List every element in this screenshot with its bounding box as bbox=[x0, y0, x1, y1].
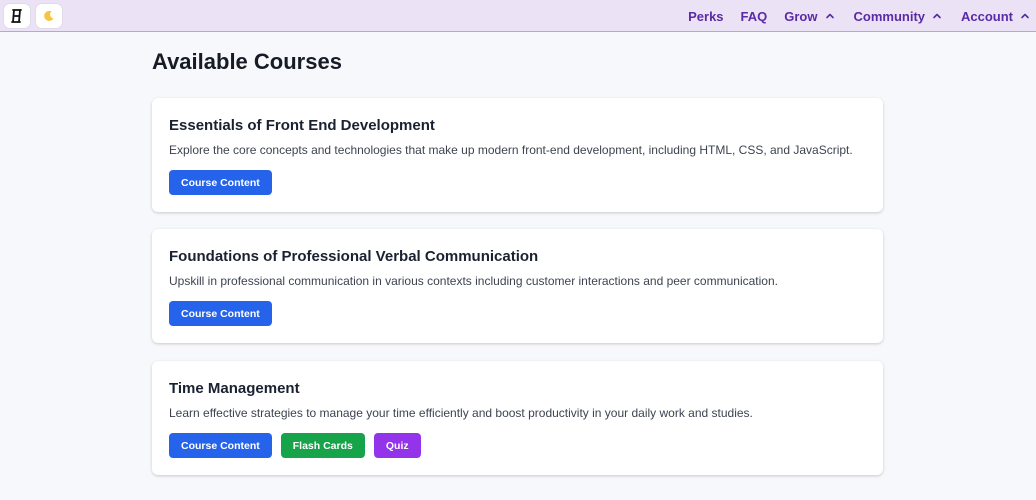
nav-account-label: Account bbox=[961, 8, 1013, 24]
home-logo-button[interactable] bbox=[4, 4, 30, 28]
quiz-button[interactable]: Quiz bbox=[373, 433, 421, 458]
page-title: Available Courses bbox=[152, 49, 342, 74]
course-description: Learn effective strategies to manage you… bbox=[169, 406, 753, 420]
course-content-button[interactable]: Course Content bbox=[169, 433, 272, 458]
flash-cards-button[interactable]: Flash Cards bbox=[280, 433, 365, 458]
chevron-up-icon bbox=[825, 11, 835, 21]
course-card: Essentials of Front End Development Expl… bbox=[152, 98, 883, 212]
course-content-button[interactable]: Course Content bbox=[169, 170, 272, 195]
nav-community[interactable]: Community bbox=[854, 9, 943, 24]
nav-faq-label: FAQ bbox=[740, 8, 768, 24]
course-card: Time Management Learn effective strategi… bbox=[152, 361, 883, 475]
course-description: Explore the core concepts and technologi… bbox=[169, 143, 853, 157]
chevron-up-icon bbox=[1020, 11, 1030, 21]
course-card: Foundations of Professional Verbal Commu… bbox=[152, 229, 883, 343]
moon-icon bbox=[44, 10, 54, 21]
courses-main: Available Courses Essentials of Front En… bbox=[152, 48, 883, 475]
logo-icon bbox=[11, 9, 22, 23]
top-navbar: Perks FAQ Grow Community Account bbox=[0, 0, 1036, 32]
nav-grow[interactable]: Grow bbox=[784, 9, 834, 24]
nav-community-label: Community bbox=[853, 8, 926, 24]
course-description: Upskill in professional communication in… bbox=[169, 274, 778, 288]
theme-toggle-button[interactable] bbox=[36, 4, 62, 28]
course-actions: Course Content bbox=[169, 301, 281, 326]
course-actions: Course Content bbox=[169, 170, 281, 195]
course-title: Foundations of Professional Verbal Commu… bbox=[169, 248, 539, 265]
course-title: Essentials of Front End Development bbox=[169, 117, 435, 134]
nav-faq[interactable]: FAQ bbox=[741, 9, 768, 24]
course-actions: Course Content Flash Cards Quiz bbox=[169, 433, 430, 458]
main-nav: Perks FAQ Grow Community Account bbox=[688, 0, 1036, 32]
nav-perks-label: Perks bbox=[688, 8, 724, 24]
nav-perks[interactable]: Perks bbox=[688, 9, 723, 24]
course-content-button[interactable]: Course Content bbox=[169, 301, 272, 326]
nav-grow-label: Grow bbox=[784, 8, 818, 24]
course-title: Time Management bbox=[169, 380, 300, 397]
nav-account[interactable]: Account bbox=[961, 9, 1030, 24]
chevron-up-icon bbox=[932, 11, 942, 21]
